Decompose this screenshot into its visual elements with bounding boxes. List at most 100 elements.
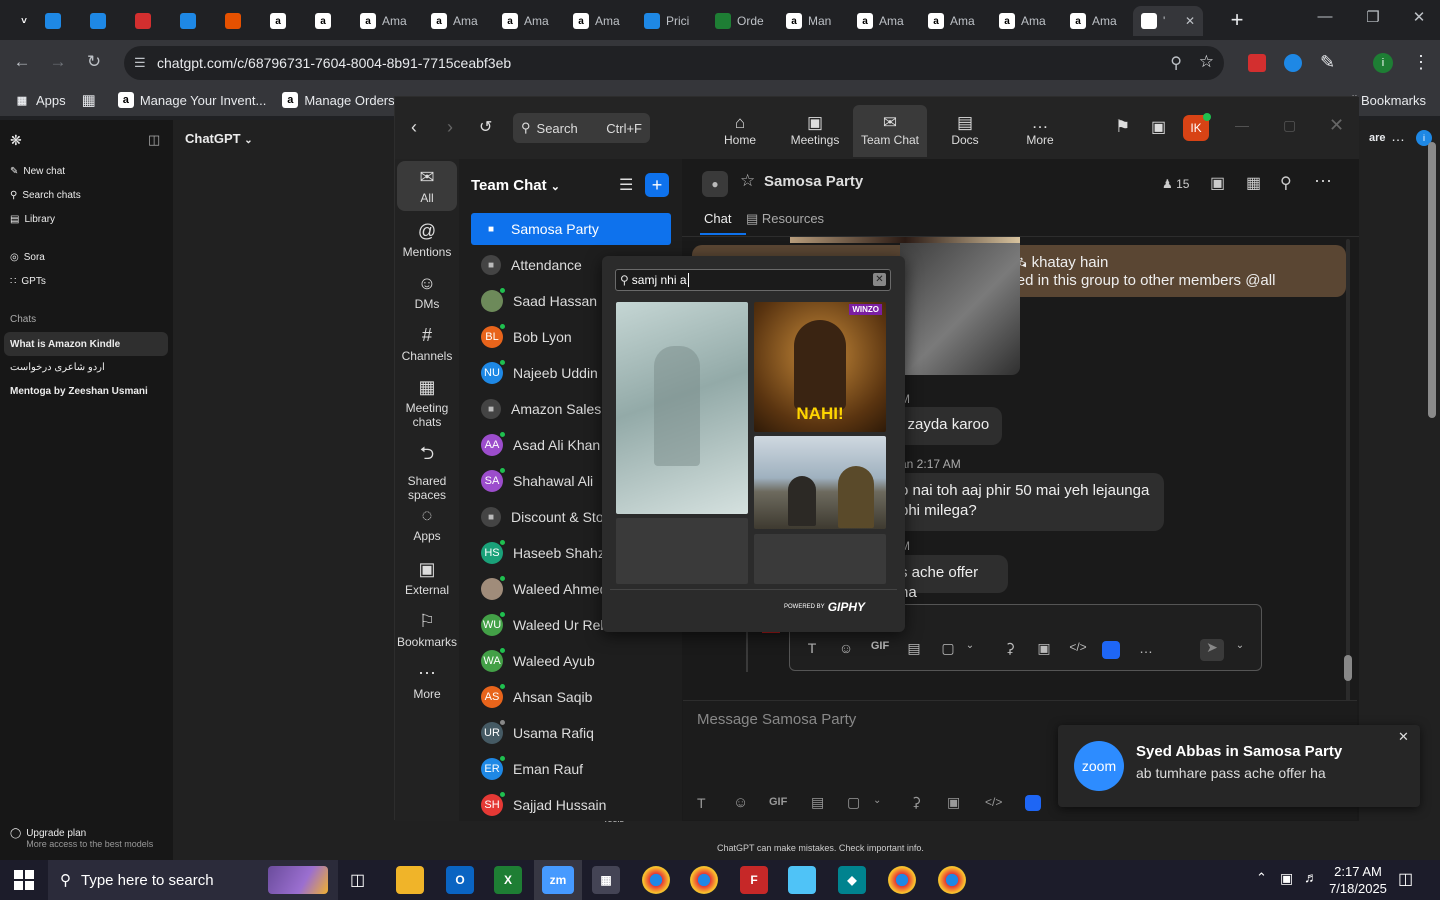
channel-item[interactable]: ER Eman Rauf [471, 753, 671, 785]
format-text-icon[interactable]: T [802, 640, 822, 656]
video-call-icon[interactable]: ▣ [1210, 173, 1225, 193]
gif-result[interactable] [754, 436, 886, 529]
chrome-icon[interactable] [938, 866, 966, 894]
chevron-down-icon[interactable]: ⌄ [960, 640, 980, 651]
network-icon[interactable]: ▣ [1280, 870, 1293, 887]
channel-item-active[interactable]: ■ Samosa Party [471, 213, 671, 245]
action-center-icon[interactable]: ◫ [1398, 869, 1413, 889]
share-button[interactable]: are [1369, 132, 1386, 144]
chrome-icon[interactable] [690, 866, 718, 894]
gif-button[interactable]: GIF [769, 796, 787, 808]
zoom-maximize-icon[interactable]: ▢ [1283, 117, 1296, 134]
profile-avatar[interactable]: i [1373, 53, 1393, 73]
channel-item[interactable]: WA Waleed Ayub [471, 645, 671, 677]
format-text-icon[interactable]: T [697, 795, 706, 811]
bookmark-manage-orders[interactable]: a Manage Orders [282, 92, 395, 108]
close-icon[interactable]: ✕ [1398, 729, 1409, 745]
nav-team-chat[interactable]: ✉ Team Chat [853, 105, 927, 157]
app-diamond-icon[interactable]: ◆ [838, 866, 866, 894]
filezilla-icon[interactable]: F [740, 866, 768, 894]
browser-tab[interactable]: a Man [778, 6, 848, 36]
file-icon[interactable]: ▤ [811, 794, 824, 811]
browser-tab[interactable]: a [262, 6, 306, 36]
channel-item[interactable]: AS Ahsan Saqib [471, 681, 671, 713]
back-icon[interactable]: ‹ [411, 117, 417, 138]
nav-meetings[interactable]: ▣ Meetings [778, 105, 852, 157]
toggle-sidebar-icon[interactable]: ◫ [148, 132, 160, 148]
calculator-icon[interactable]: ▦ [592, 866, 620, 894]
chatgpt-logo-icon[interactable]: ❋ [10, 132, 22, 149]
browser-tab[interactable] [82, 6, 126, 36]
filter-icon[interactable]: ☰ [619, 175, 633, 195]
new-chat-link[interactable]: ✎ New chat [10, 166, 65, 177]
library-link[interactable]: ▤ Library [10, 214, 55, 225]
bookmark-star-icon[interactable]: ☆ [1199, 52, 1214, 72]
members-count[interactable]: ♟ 15 [1162, 177, 1189, 191]
bookmark-apps[interactable]: ▦ Apps [14, 92, 66, 108]
zoom-app-icon[interactable] [1025, 795, 1041, 811]
forward-icon[interactable]: › [447, 117, 453, 138]
browser-tab[interactable]: a Ama [920, 6, 990, 36]
outlook-icon[interactable]: O [446, 866, 474, 894]
chrome-menu-icon[interactable]: ⋮ [1412, 52, 1430, 73]
more-options-icon[interactable]: ⋯ [1314, 171, 1332, 192]
microphone-icon[interactable]: ⚳ [911, 794, 921, 811]
rail-mentions[interactable]: @ Mentions [397, 215, 457, 265]
video-message-icon[interactable]: ▣ [947, 794, 960, 811]
rail-external[interactable]: ▣ External [397, 553, 457, 603]
nav-docs[interactable]: ▤ Docs [928, 105, 1002, 157]
site-info-icon[interactable]: ☰ [134, 55, 146, 71]
gif-search-input[interactable]: ⚲ samj nhi a ✕ [615, 269, 891, 291]
browser-tab[interactable]: a [307, 6, 351, 36]
browser-tab[interactable]: Prici [636, 6, 706, 36]
browser-tab[interactable] [172, 6, 216, 36]
gif-button[interactable]: GIF [866, 640, 894, 652]
channel-title[interactable]: Samosa Party [764, 173, 863, 190]
search-chats-link[interactable]: ⚲ Search chats [10, 190, 81, 201]
clock[interactable]: 2:17 AM 7/18/2025 [1326, 863, 1390, 897]
zoom-search-bar[interactable]: ⚲ Search Ctrl+F [513, 113, 650, 143]
extension-blue-icon[interactable] [1284, 54, 1302, 72]
chrome-icon[interactable] [888, 866, 916, 894]
more-options-icon[interactable]: … [1391, 128, 1405, 144]
whiteboard-icon[interactable]: ▣ [1151, 117, 1166, 137]
more-dots-icon[interactable]: … [1136, 640, 1156, 656]
forward-arrow-icon[interactable]: → [47, 51, 69, 73]
zoom-minimize-icon[interactable]: — [1235, 117, 1249, 133]
file-icon[interactable]: ▤ [904, 640, 924, 657]
screenshot-icon[interactable]: ▢ [938, 640, 958, 657]
model-selector[interactable]: ChatGPT ⌄ [185, 131, 253, 146]
upgrade-plan[interactable]: ◯ Upgrade plan More access to the best m… [10, 828, 153, 849]
star-icon[interactable]: ☆ [740, 171, 755, 191]
browser-tab[interactable]: a Ama [849, 6, 919, 36]
browser-tab[interactable]: Orde [707, 6, 777, 36]
chevron-down-icon[interactable]: ⌄ [1230, 640, 1250, 651]
back-arrow-icon[interactable]: ← [11, 51, 33, 73]
browser-tab[interactable]: ˅ [8, 6, 36, 36]
send-icon[interactable]: ➤ [1200, 639, 1224, 661]
bookmark-manage-inventory[interactable]: a Manage Your Invent... [117, 92, 266, 108]
rail-bookmarks[interactable]: ⚐ Bookmarks [397, 605, 457, 655]
chat-history-item[interactable]: اردو شاعری درخواست [10, 362, 105, 373]
show-hidden-icons[interactable]: ⌃ [1256, 870, 1267, 886]
new-chat-plus-button[interactable]: + [645, 173, 669, 197]
browser-tab[interactable]: a Ama [1062, 6, 1132, 36]
gif-result[interactable]: WINZO NAHI! [754, 302, 886, 432]
channel-item[interactable]: UR Usama Rafiq [471, 717, 671, 749]
tab-resources[interactable]: ▤ Resources [746, 211, 824, 227]
calendar-icon[interactable]: ▦ [1246, 173, 1261, 193]
search-icon[interactable]: ⚲ [1280, 173, 1292, 193]
nav-home[interactable]: ⌂ Home [703, 105, 777, 157]
message-bubble[interactable]: o nai toh aaj phir 50 mai yeh lejaunga b… [882, 473, 1164, 531]
microphone-icon[interactable]: ⚳ [1000, 640, 1020, 657]
close-window-icon[interactable]: ✕ [1396, 8, 1440, 32]
browser-tab[interactable] [37, 6, 81, 36]
notepad-icon[interactable] [788, 866, 816, 894]
rail-channels[interactable]: # Channels [397, 319, 457, 369]
browser-tab[interactable]: a Ama [352, 6, 422, 36]
team-chat-title[interactable]: Team Chat ⌄ [471, 177, 560, 194]
sora-link[interactable]: ◎ Sora [10, 252, 45, 263]
chat-history-item[interactable]: What is Amazon Kindle [4, 332, 168, 356]
clear-search-icon[interactable]: ✕ [873, 273, 886, 286]
zoom-lens-icon[interactable]: ⚲ [1170, 53, 1182, 73]
